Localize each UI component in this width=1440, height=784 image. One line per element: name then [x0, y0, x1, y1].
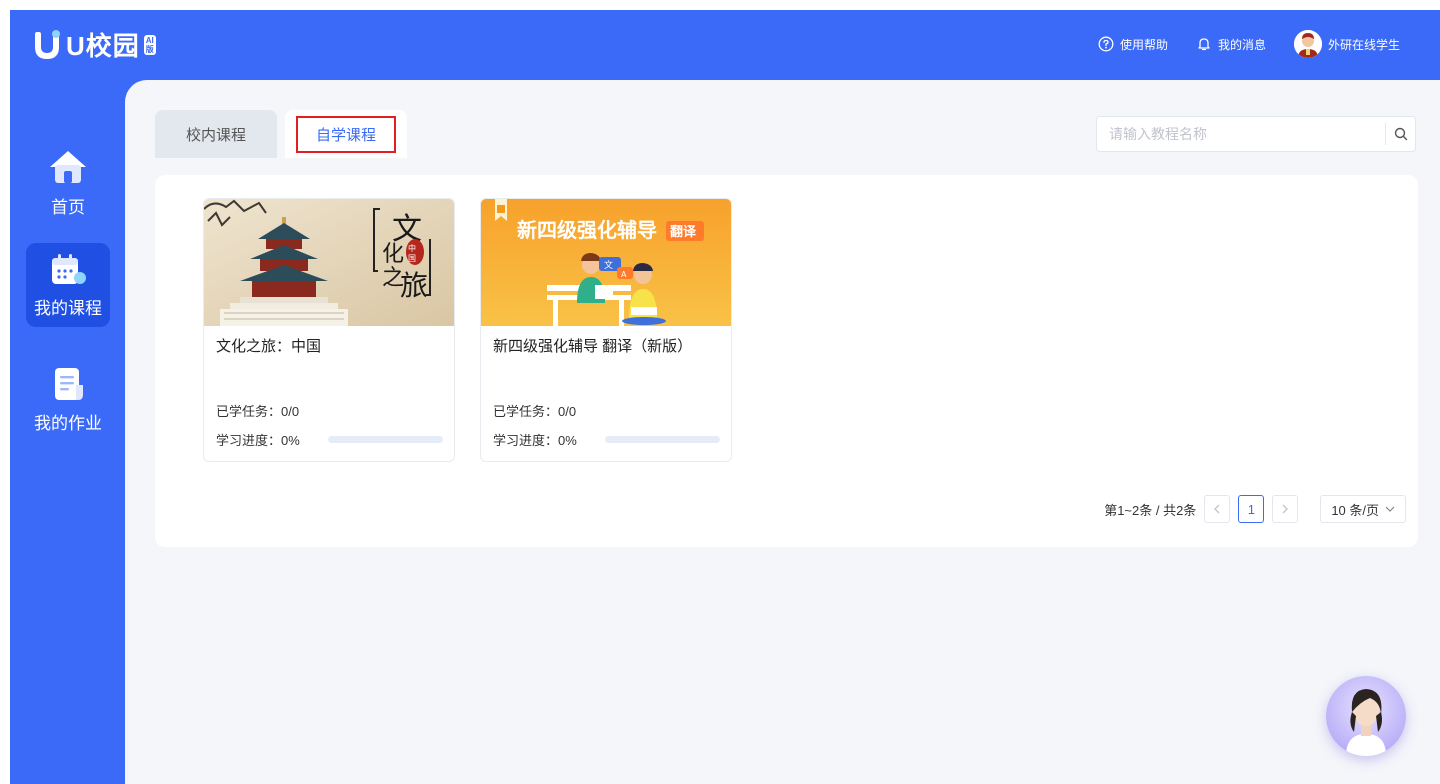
- chevron-left-icon: [1214, 504, 1220, 514]
- course-tasks: 已学任务：0/0: [216, 401, 299, 420]
- messages-link[interactable]: 我的消息: [1196, 36, 1266, 53]
- cover-tag: 翻译: [670, 224, 697, 240]
- course-title: 新四级强化辅导 翻译（新版）: [493, 338, 693, 355]
- course-title: 文化之旅：中国: [216, 338, 322, 355]
- course-list-panel: 文 化 之 旅 中 国 文化之旅：中国 已学任务：0/0 学习进度：0% 新四级…: [155, 175, 1418, 547]
- tab-label: 自学课程: [295, 115, 396, 153]
- window-frame-left: [0, 0, 10, 784]
- course-cover-image: 文 化 之 旅 中 国: [204, 199, 454, 326]
- tab-self-study-courses[interactable]: 自学课程: [285, 110, 407, 158]
- pagination-summary: 第1~2条 / 共2条: [1104, 502, 1197, 518]
- progress-bar: [605, 436, 720, 443]
- logo-text: U校园: [66, 31, 140, 61]
- sidebar-item-my-homework[interactable]: 我的作业: [26, 357, 110, 441]
- svg-text:中: 中: [408, 243, 416, 253]
- course-tabs: 校内课程 自学课程: [155, 110, 407, 158]
- progress-value: 0%: [281, 433, 300, 448]
- chevron-down-icon: [1385, 506, 1395, 512]
- sidebar-item-label: 首页: [51, 197, 85, 217]
- cover-title: 新四级强化辅导: [517, 218, 657, 242]
- course-search: [1096, 116, 1416, 152]
- page-size-select[interactable]: 10 条/页: [1320, 495, 1406, 523]
- tab-school-courses[interactable]: 校内课程: [155, 110, 277, 158]
- app-logo[interactable]: U校园 AI版: [30, 26, 156, 63]
- sidebar-item-label: 我的课程: [34, 298, 102, 318]
- ai-assistant-button[interactable]: [1326, 676, 1406, 756]
- course-progress: 学习进度：0%: [216, 430, 300, 449]
- search-icon: [1394, 127, 1407, 141]
- logo-badge: AI版: [143, 34, 156, 55]
- search-input[interactable]: [1097, 126, 1385, 142]
- svg-text:A: A: [621, 270, 627, 279]
- assistant-avatar-icon: [1346, 689, 1386, 756]
- svg-text:旅: 旅: [400, 269, 428, 302]
- course-card[interactable]: 新四级强化辅导 翻译 文 A 新四级强化辅导 翻译（新版） 已学任务：0/0 学…: [480, 198, 732, 462]
- main-content: 校内课程 自学课程 请输入教程名称 文 化 之 旅 中 国 文化之旅：中国 已学…: [125, 80, 1440, 784]
- progress-label: 学习进度：: [216, 433, 282, 448]
- sidebar-item-label: 我的作业: [34, 413, 102, 433]
- u-logo-icon: [30, 28, 64, 62]
- sidebar: 首页 我的课程 我的作业: [10, 80, 125, 784]
- svg-text:化: 化: [382, 242, 404, 267]
- course-tasks: 已学任务：0/0: [493, 401, 576, 420]
- messages-label: 我的消息: [1217, 37, 1266, 52]
- svg-text:国: 国: [408, 254, 416, 263]
- calendar-icon: [52, 253, 86, 284]
- search-button[interactable]: [1385, 123, 1415, 145]
- course-progress: 学习进度：0%: [493, 430, 577, 449]
- home-icon: [50, 150, 86, 183]
- tasks-label: 已学任务：: [493, 404, 559, 419]
- prev-page-button[interactable]: [1204, 495, 1231, 523]
- user-name: 外研在线学生: [1327, 37, 1400, 52]
- next-page-button[interactable]: [1272, 495, 1299, 523]
- top-bar: U校园 AI版 使用帮助 我的消息 外研在线学生: [10, 10, 1440, 80]
- help-icon: [1098, 36, 1114, 52]
- progress-bar: [328, 436, 443, 443]
- page-button-current[interactable]: 1: [1238, 495, 1265, 523]
- user-avatar: [1293, 30, 1322, 58]
- bell-icon: [1198, 38, 1210, 51]
- document-icon: [55, 367, 83, 400]
- pagination: 第1~2条 / 共2条 1 10 条/页: [1104, 495, 1406, 523]
- tasks-value: 0/0: [281, 404, 300, 419]
- sidebar-item-my-courses[interactable]: 我的课程: [26, 243, 110, 327]
- progress-value: 0%: [558, 433, 577, 448]
- window-frame-top: [0, 0, 1440, 10]
- user-menu[interactable]: 外研在线学生: [1293, 30, 1400, 58]
- chevron-right-icon: [1282, 504, 1289, 514]
- sidebar-item-home[interactable]: 首页: [26, 140, 110, 224]
- progress-label: 学习进度：: [493, 433, 559, 448]
- tab-label: 校内课程: [185, 126, 246, 144]
- course-card[interactable]: 文 化 之 旅 中 国 文化之旅：中国 已学任务：0/0 学习进度：0%: [203, 198, 455, 462]
- help-link[interactable]: 使用帮助: [1098, 36, 1168, 53]
- course-cover-image: 新四级强化辅导 翻译 文 A: [481, 199, 731, 326]
- help-label: 使用帮助: [1119, 37, 1168, 52]
- tasks-value: 0/0: [558, 404, 577, 419]
- tasks-label: 已学任务：: [216, 404, 282, 419]
- header-actions: 使用帮助 我的消息 外研在线学生: [1098, 30, 1400, 58]
- svg-text:文: 文: [604, 259, 613, 271]
- page-size-value: 10 条/页: [1331, 502, 1379, 518]
